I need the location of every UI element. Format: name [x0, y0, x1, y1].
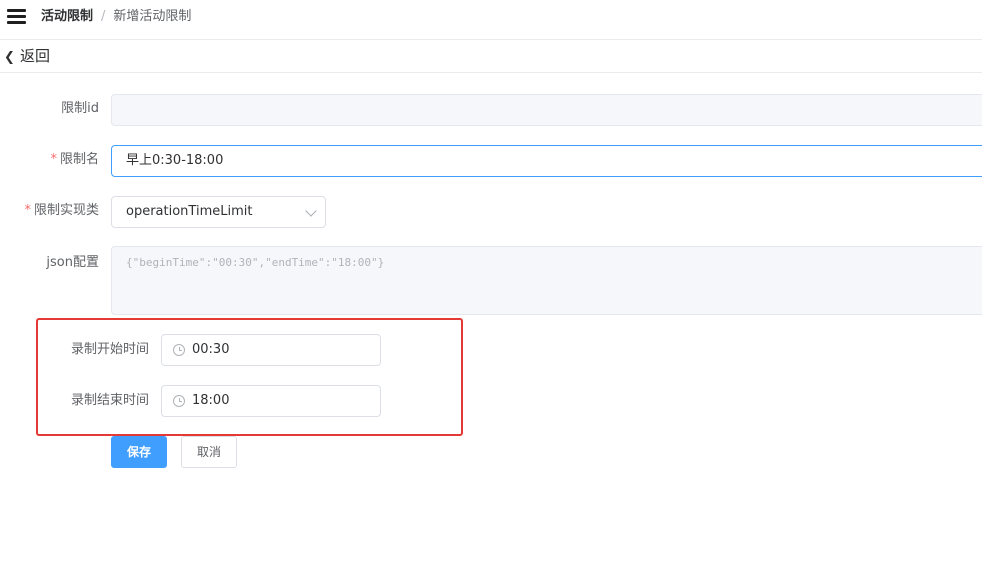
top-header: 活动限制 / 新增活动限制	[0, 0, 982, 40]
breadcrumb-separator: /	[101, 9, 106, 24]
back-button[interactable]: ❮ 返回	[4, 45, 50, 67]
end-time-label: 录制结束时间	[70, 393, 149, 408]
limit-impl-label: * 限制实现类	[24, 203, 99, 218]
required-mark: *	[50, 152, 57, 167]
limit-impl-select-value: operationTimeLimit	[126, 204, 253, 219]
required-mark: *	[24, 203, 31, 218]
limit-impl-select[interactable]: operationTimeLimit	[111, 196, 326, 228]
clock-icon	[173, 395, 185, 407]
start-time-label: 录制开始时间	[70, 342, 149, 357]
limit-name-label: * 限制名	[50, 152, 99, 167]
json-config-textarea[interactable]: {"beginTime":"00:30","endTime":"18:00"}	[111, 246, 982, 315]
breadcrumb: 活动限制 / 新增活动限制	[41, 8, 191, 26]
json-config-label: json配置	[46, 255, 99, 270]
limit-id-input[interactable]	[111, 94, 982, 126]
start-time-picker[interactable]: 00:30	[161, 334, 381, 366]
chevron-down-icon	[305, 205, 317, 217]
back-label: 返回	[20, 47, 51, 65]
breadcrumb-item-current: 新增活动限制	[113, 9, 192, 24]
limit-id-label: 限制id	[61, 101, 99, 116]
limit-name-input[interactable]: 早上0:30-18:00	[111, 145, 982, 177]
hamburger-menu-icon[interactable]	[7, 9, 26, 24]
end-time-value: 18:00	[192, 393, 230, 408]
save-button[interactable]: 保存	[111, 436, 167, 468]
divider	[0, 72, 982, 73]
clock-icon	[173, 344, 185, 356]
cancel-button[interactable]: 取消	[181, 436, 237, 468]
start-time-value: 00:30	[192, 342, 230, 357]
breadcrumb-item-activity-limit[interactable]: 活动限制	[41, 9, 93, 24]
end-time-picker[interactable]: 18:00	[161, 385, 381, 417]
chevron-left-icon: ❮	[4, 50, 15, 65]
